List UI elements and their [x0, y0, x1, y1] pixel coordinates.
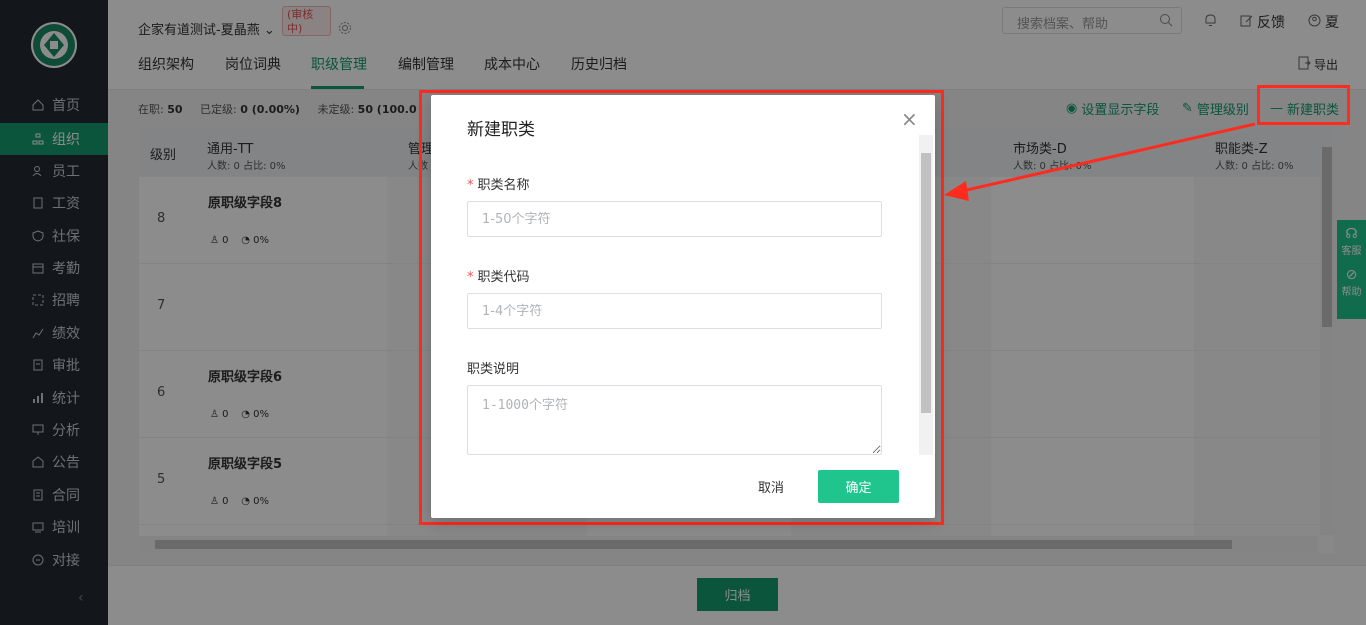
- required-mark: *: [467, 270, 474, 285]
- new-category-dialog: 新建职类 × *职类名称 *职类代码 职类说明 取消 确定: [431, 95, 935, 518]
- dialog-scrollbar[interactable]: [919, 135, 933, 455]
- cancel-button[interactable]: 取消: [736, 470, 806, 503]
- category-name-field[interactable]: [467, 201, 882, 237]
- close-icon[interactable]: ×: [901, 107, 918, 131]
- confirm-button[interactable]: 确定: [818, 470, 899, 503]
- field-label: * 职类代码: [467, 270, 530, 285]
- field-label: * 职类名称: [467, 178, 530, 193]
- field-label: 职类说明: [467, 362, 520, 377]
- dialog-title: 新建职类: [467, 120, 535, 140]
- required-mark: *: [467, 178, 474, 193]
- category-description-field[interactable]: [467, 385, 882, 455]
- category-code-field[interactable]: [467, 293, 882, 329]
- scroll-thumb[interactable]: [921, 153, 931, 413]
